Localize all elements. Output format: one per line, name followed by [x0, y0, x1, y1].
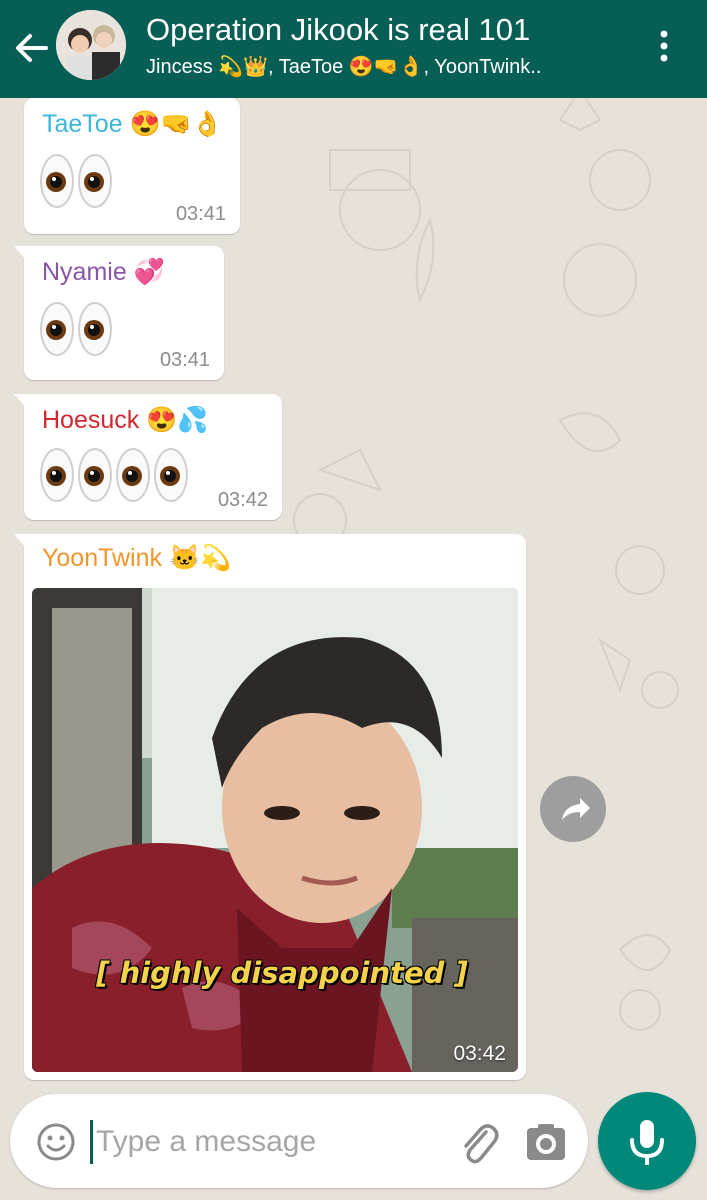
title-block[interactable]: Operation Jikook is real 101 Jincess 💫👑,… — [146, 10, 646, 82]
chat-header: Operation Jikook is real 101 Jincess 💫👑,… — [0, 0, 707, 98]
eye-icon — [78, 448, 112, 502]
eye-icon — [40, 154, 74, 208]
text-cursor — [90, 1120, 93, 1164]
mic-button[interactable] — [598, 1092, 696, 1190]
camera-icon[interactable] — [524, 1120, 568, 1164]
bubble-tail — [14, 534, 26, 548]
sender-name: Nyamie 💞 — [42, 258, 165, 286]
eye-icon — [40, 448, 74, 502]
forward-icon — [562, 798, 590, 820]
chat-title: Operation Jikook is real 101 — [146, 12, 531, 47]
message-bubble[interactable]: Nyamie 💞 03:41 — [14, 246, 224, 380]
bubble-tail — [14, 246, 26, 260]
message-time: 03:42 — [217, 489, 268, 511]
eye-icon — [78, 154, 112, 208]
eyes-emoji — [40, 154, 112, 208]
sender-name: YoonTwink 🐱💫 — [42, 544, 232, 572]
more-vert-icon[interactable] — [650, 26, 678, 66]
paperclip-icon[interactable] — [456, 1118, 500, 1166]
message-bubble[interactable]: Hoesuck 😍💦 03:42 — [14, 394, 282, 520]
forward-button[interactable] — [540, 776, 606, 842]
group-avatar[interactable] — [56, 10, 126, 80]
message-bubble[interactable]: TaeToe 😍🤜👌 03:41 — [24, 98, 240, 234]
eye-icon — [116, 448, 150, 502]
message-composer — [10, 1094, 588, 1188]
chat-members: Jincess 💫👑, TaeToe 😍🤜👌, YoonTwink.. — [146, 56, 542, 78]
sender-name: TaeToe 😍🤜👌 — [42, 110, 223, 138]
image-caption: [ highly disappointed ] — [96, 956, 468, 990]
message-time: 03:41 — [175, 203, 226, 225]
image-message-bubble[interactable]: YoonTwink 🐱💫 [ highly disappointed ] 03:… — [14, 534, 526, 1080]
message-time: 03:42 — [453, 1042, 506, 1065]
eye-icon — [154, 448, 188, 502]
eye-icon — [40, 302, 74, 356]
mic-icon — [630, 1120, 664, 1165]
shared-image[interactable]: [ highly disappointed ] 03:42 — [32, 588, 518, 1072]
back-arrow-icon[interactable] — [10, 26, 54, 70]
bubble-tail — [14, 394, 26, 408]
eye-icon — [78, 302, 112, 356]
eyes-emoji — [40, 302, 112, 356]
smiley-icon[interactable] — [36, 1122, 76, 1162]
message-time: 03:41 — [159, 349, 210, 371]
sender-name: Hoesuck 😍💦 — [42, 406, 209, 434]
eyes-emoji — [40, 448, 188, 502]
message-input[interactable] — [94, 1116, 448, 1168]
